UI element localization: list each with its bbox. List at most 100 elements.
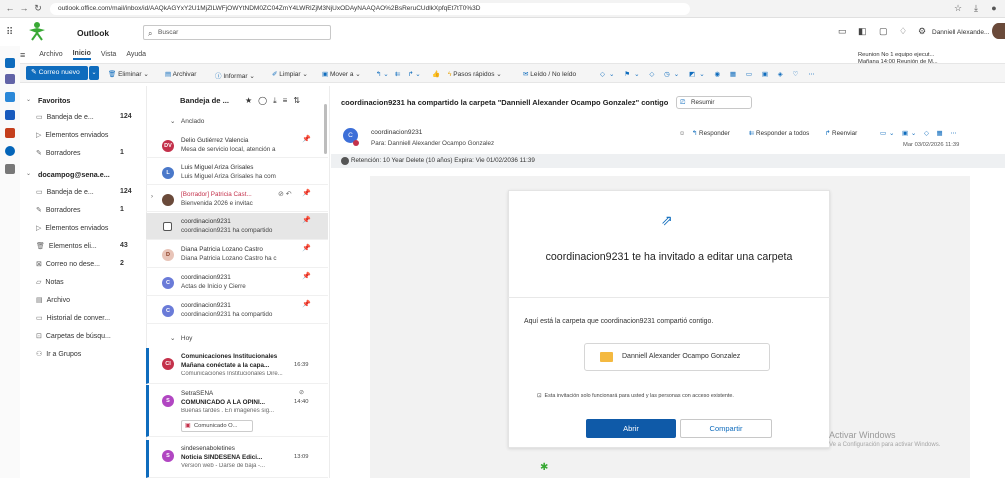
tab-ayuda[interactable]: Ayuda bbox=[126, 51, 146, 58]
pin-icon[interactable]: 📌 bbox=[302, 189, 311, 197]
pinned-section[interactable]: ⌄ Anclado bbox=[170, 117, 204, 125]
fav-sent[interactable]: ▷ Elementos enviados bbox=[36, 131, 108, 139]
select-checkbox[interactable] bbox=[163, 222, 172, 231]
emoji-icon[interactable]: ☺ bbox=[679, 130, 685, 137]
star-icon[interactable]: ☆ bbox=[952, 3, 964, 14]
fav-inbox[interactable]: ▭ Bandeja de e... 124 bbox=[36, 113, 132, 121]
expand-icon[interactable]: › bbox=[151, 194, 153, 200]
move-button[interactable]: ▣ Mover a ⌄ bbox=[322, 70, 361, 78]
pin-icon[interactable]: 📌 bbox=[302, 135, 311, 143]
powerpoint-icon[interactable] bbox=[5, 128, 15, 138]
quick-steps-button[interactable]: ϟ Pasos rápidos ⌄ bbox=[448, 70, 502, 78]
draft-actions-icon[interactable]: ⊘ ↶ bbox=[278, 190, 292, 198]
new-mail-button[interactable]: ✎ Correo nuevo bbox=[26, 66, 88, 80]
acc-archive[interactable]: ▤ Archivo bbox=[36, 296, 70, 304]
reply-button[interactable]: ↰ Responder bbox=[692, 130, 730, 137]
word-icon[interactable] bbox=[5, 110, 15, 120]
acc-deleted[interactable]: 🗑 Elementos eli... 43 bbox=[36, 242, 128, 250]
pin-icon[interactable]: 📌 bbox=[302, 216, 311, 224]
search-input[interactable]: ⌕ Buscar bbox=[143, 25, 331, 40]
account-heading[interactable]: docampog@sena.e... bbox=[38, 170, 110, 179]
clean-button[interactable]: ✐ Limpiar ⌄ bbox=[272, 70, 308, 78]
inbox-icon: ▭ bbox=[36, 189, 43, 196]
acc-search-folders[interactable]: ⊡ Carpetas de búsqu... bbox=[36, 332, 111, 340]
notifications-icon[interactable]: ♢ bbox=[899, 26, 907, 37]
new-mail-dropdown[interactable]: ⌄ bbox=[89, 66, 99, 80]
pin-icon[interactable]: 📌 bbox=[302, 300, 311, 308]
favorites-heading[interactable]: Favoritos bbox=[38, 96, 70, 105]
profile-icon[interactable]: ● bbox=[988, 3, 1000, 13]
open-button[interactable]: Abrir bbox=[586, 419, 676, 438]
collapse-favorites-icon[interactable]: ⌄ bbox=[26, 96, 31, 103]
back-icon[interactable]: ← bbox=[4, 3, 16, 13]
hamburger-icon[interactable]: ≡ bbox=[20, 50, 25, 60]
like-icon[interactable]: 👍 bbox=[432, 70, 440, 78]
report-button[interactable]: ⓘ Informar ⌄ bbox=[215, 70, 255, 80]
list-item[interactable]: D Diana Patricia Lozano Castro Diana Pat… bbox=[146, 241, 328, 268]
onedrive-icon[interactable] bbox=[5, 146, 15, 156]
summarize-button[interactable]: ⎚ Resumir bbox=[676, 96, 752, 109]
mail-icon[interactable] bbox=[5, 58, 15, 68]
folder-label: Notas bbox=[45, 279, 64, 286]
pin-icon[interactable]: 📌 bbox=[302, 244, 311, 252]
collapse-account-icon[interactable]: ⌄ bbox=[26, 170, 31, 177]
fav-drafts[interactable]: ✎ Borradores 1 bbox=[36, 149, 124, 157]
list-item[interactable]: C coordinacion9231 coordinacion9231 ha c… bbox=[146, 297, 328, 324]
today-section[interactable]: ⌄ Hoy bbox=[170, 334, 192, 342]
list-scrollbar[interactable] bbox=[324, 104, 327, 154]
download-icon[interactable]: ⤓ bbox=[970, 3, 982, 14]
reply-icon[interactable]: ↰ ⌄ bbox=[376, 70, 389, 78]
list-item[interactable]: S sindesenaboletines Noticia SINDESENA E… bbox=[146, 440, 328, 478]
read-unread-button[interactable]: ✉ Leído / No leído bbox=[523, 70, 576, 78]
app-launcher-icon[interactable]: ⠿ bbox=[6, 27, 13, 38]
todo-icon[interactable] bbox=[5, 92, 15, 102]
user-name[interactable]: Danniell Alexande... bbox=[932, 29, 989, 36]
acc-notes[interactable]: ▱ Notas bbox=[36, 278, 64, 286]
more-apps-icon[interactable] bbox=[5, 164, 15, 174]
list-item[interactable]: S SetraSENA ⊘ COMUNICADO A LA OPINI... 1… bbox=[146, 385, 328, 437]
reply-all-icon[interactable]: ⇇ bbox=[395, 70, 400, 78]
reload-icon[interactable]: ↻ bbox=[32, 3, 44, 14]
list-item[interactable]: L Luis Miguel Ariza Grisales Luis Miguel… bbox=[146, 159, 328, 185]
acc-junk[interactable]: ⊠ Correo no dese... 2 bbox=[36, 260, 124, 268]
address-bar[interactable]: outlook.office.com/mail/inbox/id/AAQkAGY… bbox=[50, 3, 690, 15]
go-to-groups[interactable]: ⚇ Ir a Grupos bbox=[36, 350, 81, 358]
quick-steps-label: Pasos rápidos bbox=[453, 71, 495, 78]
list-item[interactable]: › [Borrador] Patricia Cast... ⊘ ↶ Bienve… bbox=[146, 186, 328, 212]
tab-vista[interactable]: Vista bbox=[101, 51, 116, 58]
sender-name[interactable]: coordinacion9231 bbox=[371, 129, 422, 136]
meet-icon[interactable]: ▭ bbox=[838, 26, 847, 37]
acc-drafts[interactable]: ✎ Borradores 1 bbox=[36, 206, 124, 214]
forward-button[interactable]: ↱ Reenviar bbox=[825, 130, 857, 137]
list-item[interactable]: C coordinacion9231 Actas de Inicio y Cie… bbox=[146, 269, 328, 296]
list-item-selected[interactable]: coordinacion9231 coordinacion9231 ha com… bbox=[146, 213, 328, 240]
acc-history[interactable]: ▭ Historial de conver... bbox=[36, 314, 110, 322]
archive-button[interactable]: ▤ Archivar bbox=[165, 70, 196, 78]
delete-button[interactable]: 🗑 Eliminar ⌄ bbox=[108, 70, 149, 78]
reply-label: Responder bbox=[699, 130, 730, 137]
pin-icon[interactable]: 📌 bbox=[302, 272, 311, 280]
forward-icon[interactable]: → bbox=[18, 3, 30, 13]
message-more-actions-icon[interactable]: ▭⌄ ▣⌄ ◇ ▦ ⋯ bbox=[880, 130, 960, 137]
user-avatar[interactable] bbox=[992, 23, 1005, 39]
feedback-icon[interactable]: ▢ bbox=[879, 26, 888, 37]
envelope-icon: ✉ bbox=[523, 71, 529, 78]
people-icon[interactable] bbox=[5, 74, 15, 84]
more-tools-icon[interactable]: ◇⌄ ⚑⌄ ◇ ◷⌄ ◩⌄ ◉ ▦ ▭ ▣ ◈ ♡ ⋯ bbox=[600, 70, 819, 78]
shared-folder-name[interactable]: Danniell Alexander Ocampo Gonzalez bbox=[622, 353, 740, 360]
acc-inbox[interactable]: ▭ Bandeja de e... 124 bbox=[36, 188, 132, 196]
share-button[interactable]: Compartir bbox=[680, 419, 772, 438]
forward-mail-icon[interactable]: ↱ ⌄ bbox=[408, 70, 421, 78]
list-item[interactable]: CI Comunicaciones Institucionales Mañana… bbox=[146, 348, 328, 384]
settings-icon[interactable]: ⚙ bbox=[918, 26, 926, 37]
attachment-chip[interactable]: ▣ Comunicado O... bbox=[181, 420, 253, 432]
list-item[interactable]: DV Delio Gutiérrez Valencia Mesa de serv… bbox=[146, 132, 328, 158]
reply-all-button[interactable]: ⇇ Responder a todos bbox=[749, 130, 809, 137]
groups-label: Ir a Grupos bbox=[46, 351, 82, 358]
tab-archivo[interactable]: Archivo bbox=[39, 51, 62, 58]
teams-icon[interactable]: ◧ bbox=[858, 26, 867, 37]
list-actions-icon[interactable]: ★◯⤓≡⇅ bbox=[245, 96, 306, 106]
acc-sent[interactable]: ▷ Elementos enviados bbox=[36, 224, 108, 232]
folder-label: Carpetas de búsqu... bbox=[45, 333, 111, 340]
tab-inicio[interactable]: Inicio bbox=[72, 50, 91, 60]
